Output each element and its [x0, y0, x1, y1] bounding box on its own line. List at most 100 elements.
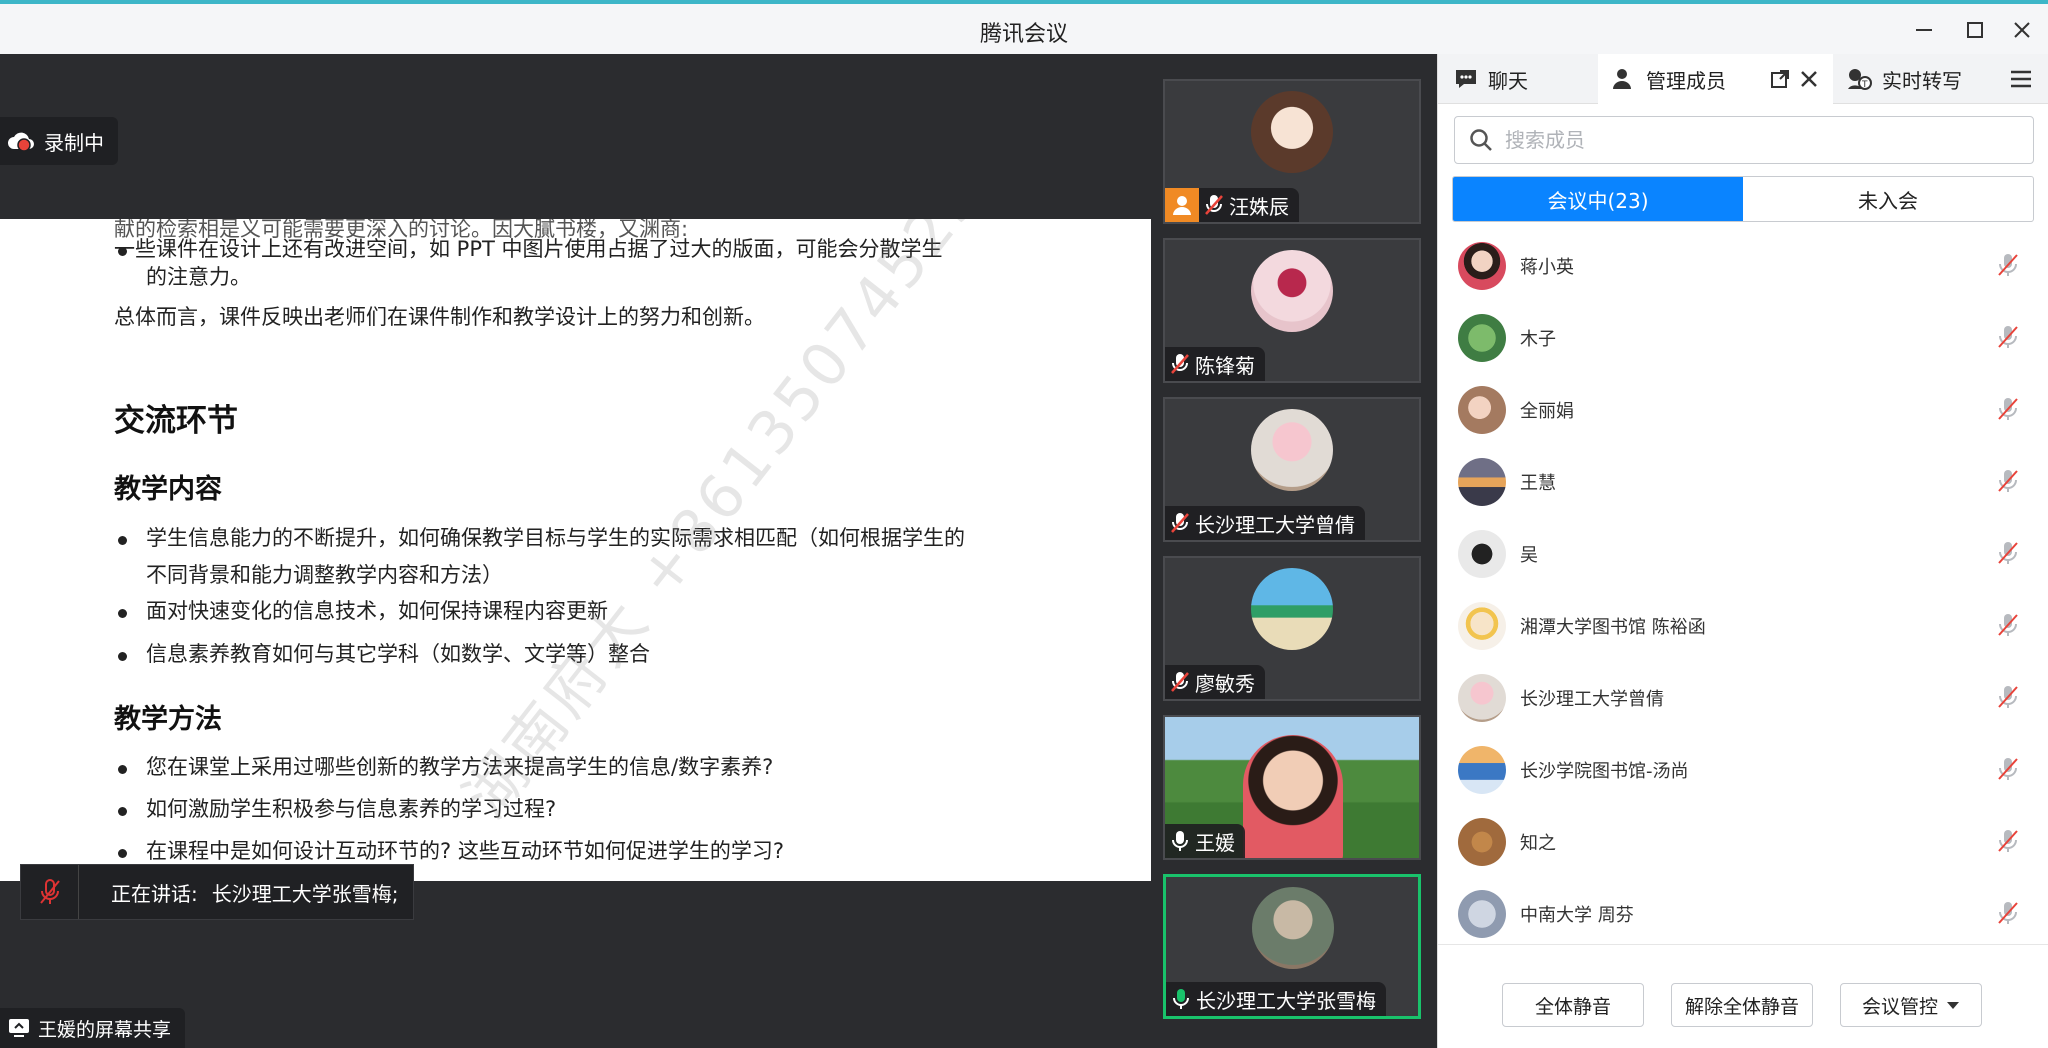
- segment-in-meeting[interactable]: 会议中(23): [1453, 177, 1743, 221]
- video-tile[interactable]: 长沙理工大学曾倩: [1163, 397, 1421, 542]
- video-tile[interactable]: 汪姝辰: [1163, 79, 1421, 224]
- speaking-name: 长沙理工大学张雪梅;: [211, 881, 399, 906]
- mic-muted-icon[interactable]: [1997, 612, 2019, 638]
- recording-indicator[interactable]: 录制中: [0, 117, 118, 165]
- tab-live-transcribe[interactable]: T 实时转写: [1846, 54, 1962, 104]
- participant-name: 汪姝辰: [1229, 194, 1289, 219]
- speaking-indicator: 正在讲话: 长沙理工大学张雪梅;: [20, 864, 414, 920]
- member-search-box[interactable]: [1454, 116, 2034, 164]
- meeting-control-label: 会议管控: [1861, 995, 1938, 1018]
- mic-muted-icon[interactable]: [1997, 900, 2019, 926]
- list-item[interactable]: 吴: [1438, 518, 2048, 590]
- member-name: 木子: [1520, 329, 1556, 350]
- tile-name-tag: 长沙理工大学曾倩: [1165, 506, 1365, 540]
- member-avatar: [1458, 242, 1506, 290]
- member-avatar: [1458, 386, 1506, 434]
- minimize-icon: [1916, 29, 1932, 31]
- list-item[interactable]: 全丽娟: [1438, 374, 2048, 446]
- bullet-dot: [118, 765, 127, 774]
- meeting-control-button[interactable]: 会议管控: [1840, 983, 1982, 1027]
- list-item[interactable]: 长沙理工大学曾倩: [1438, 662, 2048, 734]
- mic-muted-icon[interactable]: [1997, 756, 2019, 782]
- tile-name-tag: 陈锋菊: [1165, 347, 1265, 381]
- transcribe-icon: T: [1848, 69, 1872, 90]
- search-input[interactable]: [1505, 128, 1985, 152]
- menu-icon: [2011, 70, 2031, 88]
- member-avatar: [1458, 818, 1506, 866]
- bullet-dot: [118, 849, 127, 858]
- close-button[interactable]: [2002, 12, 2042, 48]
- list-item[interactable]: 湘潭大学图书馆 陈裕函: [1438, 590, 2048, 662]
- mic-muted-icon: [1205, 195, 1223, 215]
- video-tile[interactable]: 陈锋菊: [1163, 238, 1421, 383]
- bullet-dot: [118, 609, 127, 618]
- subsection-heading: 教学内容: [114, 474, 222, 505]
- speaking-prefix: 正在讲话:: [111, 881, 198, 906]
- maximize-button[interactable]: [1955, 12, 1995, 48]
- list-item[interactable]: 知之: [1438, 806, 2048, 878]
- participant-name: 廖敏秀: [1195, 671, 1255, 696]
- shared-screen: 献的检索相是义可能需要更深入的讨论。因大膩书楼，又渊商: 一些课件在设计上还有改…: [0, 54, 1151, 1048]
- list-item[interactable]: 中南大学 周芬: [1438, 878, 2048, 946]
- screen-share-label[interactable]: 王媛的屏幕共享: [0, 1008, 186, 1048]
- members-icon: [1613, 69, 1631, 89]
- screen-share-icon: [9, 1019, 29, 1037]
- list-item[interactable]: 木子: [1438, 302, 2048, 374]
- doc-line: 面对快速变化的信息技术，如何保持课程内容更新: [146, 599, 608, 623]
- member-name: 全丽娟: [1520, 401, 1574, 422]
- shared-document: 献的检索相是义可能需要更深入的讨论。因大膩书楼，又渊商: 一些课件在设计上还有改…: [0, 219, 1151, 881]
- tile-name-tag: 长沙理工大学张雪梅: [1166, 982, 1386, 1016]
- close-icon: [2014, 22, 2030, 38]
- mic-muted-icon[interactable]: [1997, 540, 2019, 566]
- mic-muted-icon[interactable]: [1997, 468, 2019, 494]
- mic-muted-icon: [1171, 354, 1189, 374]
- close-tab-icon[interactable]: [1800, 70, 1818, 88]
- tab-label: 管理成员: [1646, 68, 1726, 93]
- participant-name: 长沙理工大学曾倩: [1195, 512, 1355, 537]
- cloud-record-icon: [8, 132, 34, 152]
- participant-avatar: [1251, 91, 1333, 173]
- participant-avatar: [1251, 568, 1333, 650]
- tab-manage-members[interactable]: 管理成员: [1598, 54, 1833, 104]
- mic-muted-icon[interactable]: [1997, 324, 2019, 350]
- member-name: 王慧: [1520, 473, 1556, 494]
- member-name: 中南大学 周芬: [1520, 905, 1634, 926]
- mic-muted-icon: [1171, 513, 1189, 533]
- tab-label: 实时转写: [1882, 68, 1962, 93]
- panel-menu-button[interactable]: [2010, 54, 2032, 104]
- list-item[interactable]: 王慧: [1438, 446, 2048, 518]
- video-tile-camera[interactable]: 王媛: [1163, 715, 1421, 860]
- list-item[interactable]: 长沙学院图书馆-汤尚: [1438, 734, 2048, 806]
- participant-name: 王媛: [1195, 830, 1235, 855]
- popout-icon[interactable]: [1770, 69, 1790, 89]
- bullet-dot: [118, 807, 127, 816]
- mic-muted-icon: [39, 879, 60, 904]
- mute-all-button[interactable]: 全体静音: [1502, 983, 1644, 1027]
- mic-speaking-icon: [1173, 989, 1189, 1009]
- section-heading: 交流环节: [114, 403, 238, 439]
- list-item[interactable]: 蒋小英: [1438, 230, 2048, 302]
- member-name: 湘潭大学图书馆 陈裕函: [1520, 617, 1706, 638]
- tile-name-tag: 汪姝辰: [1165, 188, 1299, 222]
- doc-line: 一些课件在设计上还有改进空间，如 PPT 中图片使用占据了过大的版面，可能会分散…: [114, 237, 943, 261]
- muted-mic-box[interactable]: [21, 865, 79, 919]
- minimize-button[interactable]: [1904, 12, 1944, 48]
- participant-avatar: [1252, 887, 1334, 969]
- member-name: 蒋小英: [1520, 257, 1574, 278]
- member-name: 长沙学院图书馆-汤尚: [1520, 761, 1689, 782]
- tab-label: 聊天: [1488, 68, 1528, 93]
- mic-muted-icon[interactable]: [1997, 396, 2019, 422]
- tab-chat[interactable]: 聊天: [1446, 54, 1542, 104]
- maximize-icon: [1967, 22, 1983, 38]
- mic-muted-icon[interactable]: [1997, 684, 2019, 710]
- mic-muted-icon[interactable]: [1997, 252, 2019, 278]
- video-tile[interactable]: 廖敏秀: [1163, 556, 1421, 701]
- member-avatar: [1458, 314, 1506, 362]
- member-avatar: [1458, 602, 1506, 650]
- video-tile-active-speaker[interactable]: 长沙理工大学张雪梅: [1163, 874, 1421, 1019]
- unmute-all-button[interactable]: 解除全体静音: [1671, 983, 1813, 1027]
- search-icon: [1470, 129, 1492, 151]
- host-badge: [1165, 188, 1199, 222]
- segment-not-joined[interactable]: 未入会: [1743, 177, 2033, 221]
- mic-muted-icon[interactable]: [1997, 828, 2019, 854]
